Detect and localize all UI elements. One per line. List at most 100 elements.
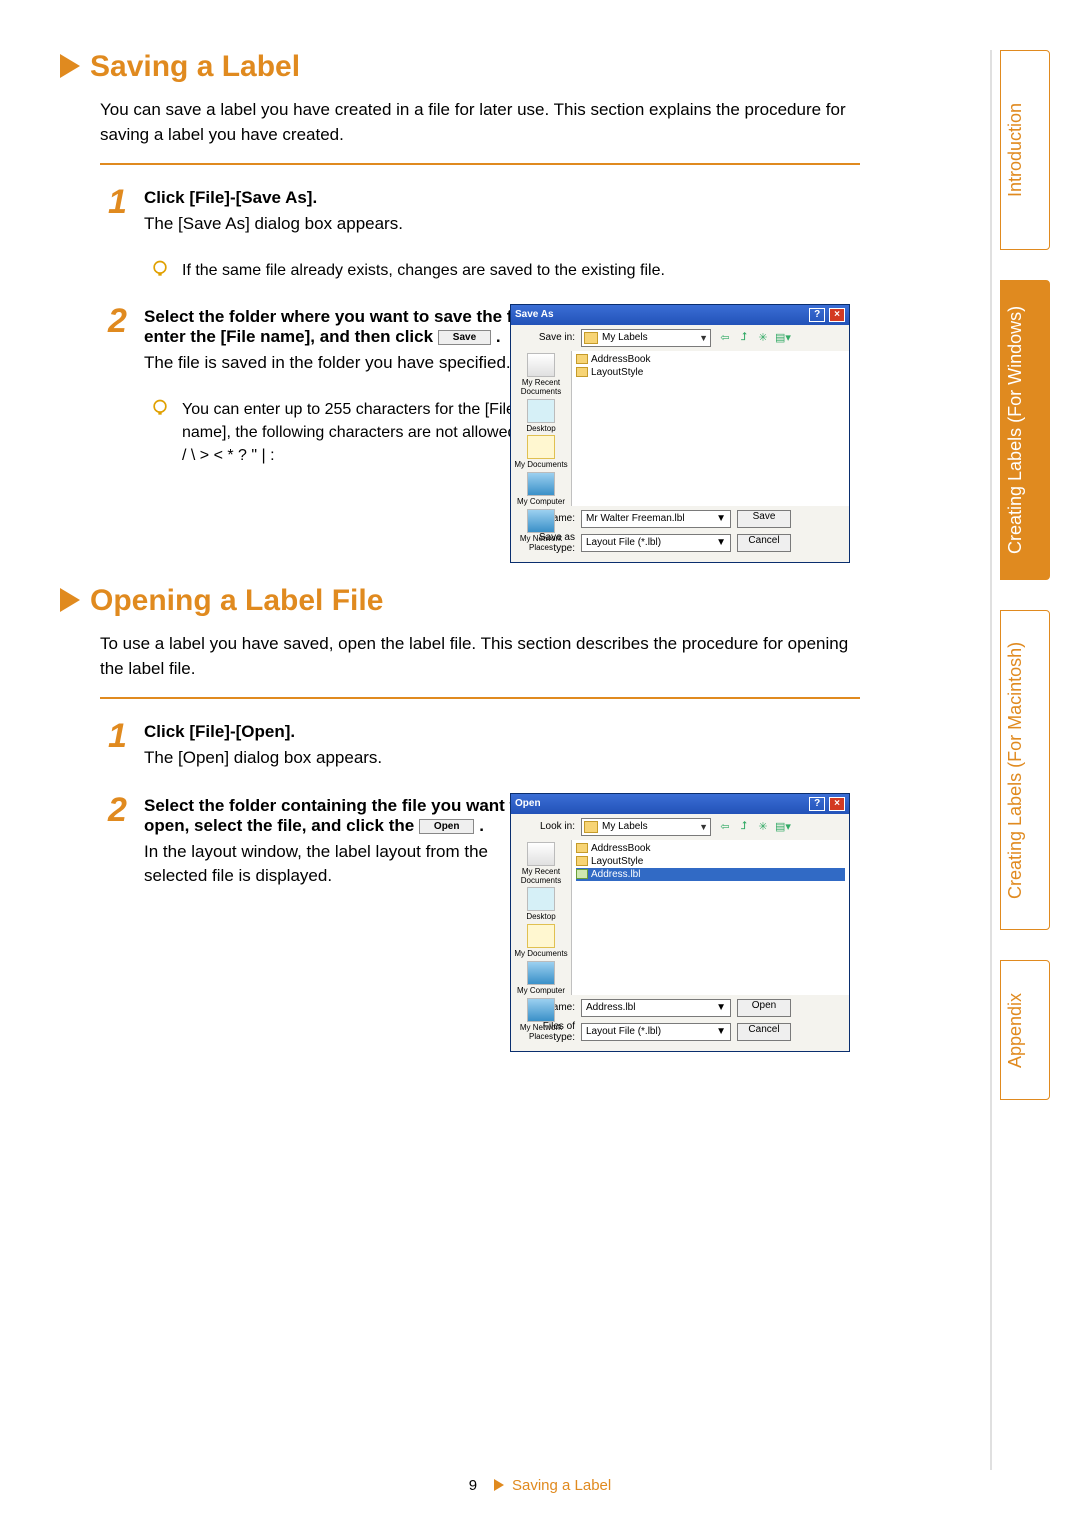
help-icon[interactable]: ? (809, 308, 825, 322)
views-icon[interactable]: ▤▾ (774, 819, 790, 835)
list-item[interactable]: LayoutStyle (576, 366, 845, 379)
tip-text: You can enter up to 255 characters for t… (182, 398, 550, 468)
open-dialog: Open ? × Look in: My Labels ▼ ⇦ ⮥ ✳ ▤▾ (510, 793, 850, 1052)
folder-icon (576, 354, 588, 364)
close-icon[interactable]: × (829, 797, 845, 811)
file-icon (576, 869, 588, 879)
save-type-dropdown[interactable]: Layout File (*.lbl)▼ (581, 534, 731, 552)
heading-saving: Saving a Label (60, 50, 860, 84)
new-folder-icon[interactable]: ✳ (755, 330, 771, 346)
look-in-dropdown[interactable]: My Labels ▼ (581, 818, 711, 836)
place-recent[interactable]: My Recent Documents (511, 353, 571, 397)
chevron-down-icon: ▼ (716, 1026, 726, 1037)
chevron-down-icon: ▼ (716, 1002, 726, 1013)
step-number-icon: 1 (108, 185, 144, 219)
list-item[interactable]: LayoutStyle (576, 855, 845, 868)
tab-introduction[interactable]: Introduction (1000, 50, 1050, 250)
cancel-button[interactable]: Cancel (737, 534, 791, 552)
places-bar: My Recent Documents Desktop My Documents… (511, 351, 571, 506)
step-number-icon: 1 (108, 719, 144, 753)
chevron-down-icon: ▼ (699, 333, 708, 343)
save-as-dialog: Save As ? × Save in: My Labels ▼ ⇦ ⮥ ✳ ▤… (510, 304, 850, 563)
section-rule (100, 163, 860, 165)
place-recent[interactable]: My Recent Documents (511, 842, 571, 886)
places-bar: My Recent Documents Desktop My Documents… (511, 840, 571, 995)
tab-appendix[interactable]: Appendix (1000, 960, 1050, 1100)
help-icon[interactable]: ? (809, 797, 825, 811)
heading-opening: Opening a Label File (60, 584, 860, 618)
place-desktop[interactable]: Desktop (526, 887, 555, 922)
close-icon[interactable]: × (829, 308, 845, 322)
step-result: The file is saved in the folder you have… (144, 351, 548, 376)
page-number: 9 (469, 1477, 477, 1494)
up-folder-icon[interactable]: ⮥ (736, 330, 752, 346)
chevron-down-icon: ▼ (699, 822, 708, 832)
open-button[interactable]: Open (737, 999, 791, 1017)
chevron-down-icon: ▼ (716, 513, 726, 524)
list-item[interactable]: AddressBook (576, 842, 845, 855)
folder-icon (584, 821, 598, 833)
place-computer[interactable]: My Computer (517, 472, 565, 507)
tip-note: If the same file already exists, changes… (150, 259, 860, 284)
save-button-inline: Save (438, 330, 491, 345)
lightbulb-icon (150, 259, 172, 284)
folder-icon (576, 856, 588, 866)
lightbulb-icon (150, 398, 172, 423)
divider-rule (990, 50, 992, 1470)
step-result: The [Open] dialog box appears. (144, 746, 860, 771)
opening-step-2: 2 Select the folder containing the file … (108, 793, 548, 889)
place-computer[interactable]: My Computer (517, 961, 565, 996)
up-folder-icon[interactable]: ⮥ (736, 819, 752, 835)
opening-step-1: 1 Click [File]-[Open]. The [Open] dialog… (108, 719, 860, 771)
step-instruction: Click [File]-[Save As]. (144, 188, 860, 208)
step-result: The [Save As] dialog box appears. (144, 212, 860, 237)
saving-step-2: 2 Select the folder where you want to sa… (108, 304, 548, 376)
footer-triangle-icon (494, 1479, 504, 1491)
folder-icon (576, 367, 588, 377)
dialog-titlebar: Save As ? × (511, 305, 849, 325)
step-instruction: Select the folder where you want to save… (144, 307, 548, 347)
step-number-icon: 2 (108, 304, 144, 338)
back-icon[interactable]: ⇦ (717, 330, 733, 346)
page-content: Saving a Label You can save a label you … (60, 50, 860, 1053)
tab-creating-labels-windows[interactable]: Creating Labels (For Windows) (1000, 280, 1050, 580)
save-type-label: Save as type: (519, 532, 575, 554)
step-result: In the layout window, the label layout f… (144, 840, 548, 889)
saving-step-1: 1 Click [File]-[Save As]. The [Save As] … (108, 185, 860, 237)
file-name-field[interactable]: Address.lbl▼ (581, 999, 731, 1017)
back-icon[interactable]: ⇦ (717, 819, 733, 835)
save-button[interactable]: Save (737, 510, 791, 528)
place-documents[interactable]: My Documents (514, 435, 567, 470)
file-list[interactable]: AddressBook LayoutStyle Address.lbl (571, 840, 849, 995)
dialog-titlebar: Open ? × (511, 794, 849, 814)
new-folder-icon[interactable]: ✳ (755, 819, 771, 835)
intro-saving: You can save a label you have created in… (100, 98, 860, 147)
section-rule (100, 697, 860, 699)
list-item[interactable]: Address.lbl (576, 868, 845, 881)
footer-breadcrumb[interactable]: Saving a Label (512, 1477, 611, 1494)
heading-triangle-icon (60, 588, 80, 612)
list-item[interactable]: AddressBook (576, 353, 845, 366)
heading-triangle-icon (60, 54, 80, 78)
tab-creating-labels-macintosh[interactable]: Creating Labels (For Macintosh) (1000, 610, 1050, 930)
tip-text: If the same file already exists, changes… (182, 259, 665, 282)
page-footer: 9 Saving a Label (0, 1477, 1080, 1494)
folder-icon (584, 332, 598, 344)
file-name-field[interactable]: Mr Walter Freeman.lbl▼ (581, 510, 731, 528)
dialog-title: Open (515, 798, 541, 809)
open-button-inline: Open (419, 819, 475, 834)
cancel-button[interactable]: Cancel (737, 1023, 791, 1041)
tip-note: You can enter up to 255 characters for t… (150, 398, 550, 468)
views-icon[interactable]: ▤▾ (774, 330, 790, 346)
place-documents[interactable]: My Documents (514, 924, 567, 959)
save-in-dropdown[interactable]: My Labels ▼ (581, 329, 711, 347)
intro-opening: To use a label you have saved, open the … (100, 632, 860, 681)
file-type-label: Files of type: (519, 1021, 575, 1043)
folder-icon (576, 843, 588, 853)
step-instruction: Select the folder containing the file yo… (144, 796, 548, 836)
file-list[interactable]: AddressBook LayoutStyle (571, 351, 849, 506)
place-desktop[interactable]: Desktop (526, 399, 555, 434)
chapter-tabs: Introduction Creating Labels (For Window… (1000, 50, 1050, 1100)
chevron-down-icon: ▼ (716, 537, 726, 548)
file-type-dropdown[interactable]: Layout File (*.lbl)▼ (581, 1023, 731, 1041)
